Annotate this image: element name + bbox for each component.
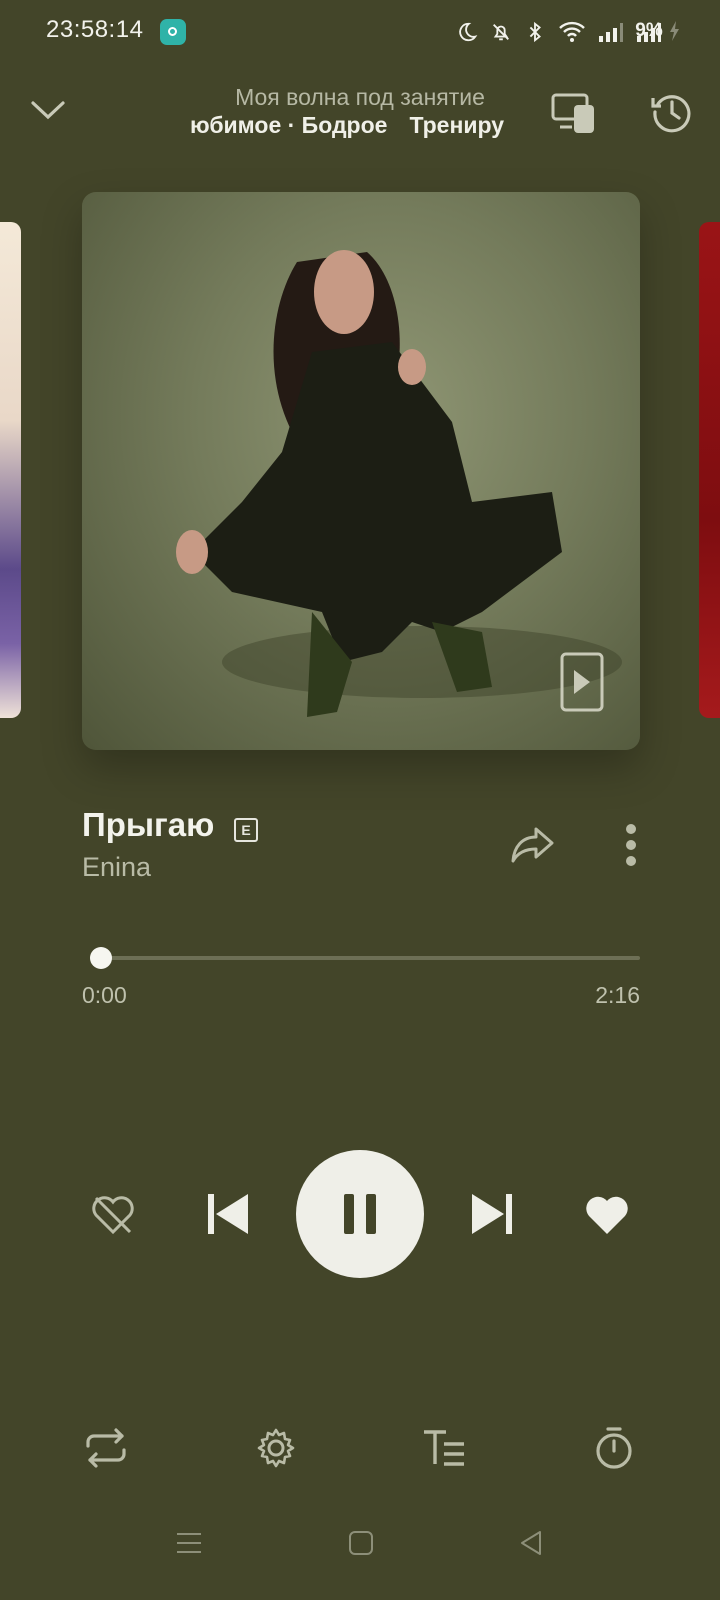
home-square-icon bbox=[349, 1531, 373, 1555]
chevron-down-icon bbox=[31, 101, 65, 120]
video-play-icon bbox=[560, 652, 604, 712]
wave-tag[interactable]: юбимое · Бодрое bbox=[190, 112, 387, 138]
repeat-icon bbox=[86, 1428, 126, 1468]
menu-icon bbox=[177, 1533, 201, 1553]
next-track-cover[interactable] bbox=[699, 222, 720, 718]
previous-track-cover[interactable] bbox=[0, 222, 21, 718]
total-duration: 2:16 bbox=[595, 982, 640, 1008]
bluetooth-icon bbox=[529, 21, 541, 43]
timer-icon bbox=[596, 1427, 632, 1469]
history-button[interactable] bbox=[648, 88, 696, 136]
devices-button[interactable] bbox=[548, 88, 600, 138]
artist-name[interactable]: Enina bbox=[82, 852, 151, 883]
devices-icon bbox=[551, 93, 594, 133]
progress-thumb[interactable] bbox=[90, 947, 112, 969]
app-notification-icon bbox=[160, 19, 186, 45]
current-time: 0:00 bbox=[82, 982, 127, 1008]
settings-button[interactable] bbox=[252, 1424, 300, 1472]
bell-off-icon bbox=[493, 24, 509, 41]
previous-button[interactable] bbox=[204, 1188, 252, 1240]
explicit-badge: E bbox=[234, 818, 258, 842]
status-time: 23:58:14 bbox=[46, 16, 144, 43]
wave-title[interactable]: Моя волна под занятие bbox=[160, 84, 560, 111]
wave-tags[interactable]: юбимое · Бодрое Трениру bbox=[190, 112, 528, 139]
battery-percent: 9% bbox=[635, 20, 663, 42]
share-button[interactable] bbox=[508, 820, 558, 870]
next-button[interactable] bbox=[468, 1188, 516, 1240]
previous-icon bbox=[208, 1194, 248, 1234]
lyrics-icon bbox=[424, 1430, 464, 1466]
pause-icon bbox=[344, 1194, 376, 1234]
more-button[interactable] bbox=[616, 820, 646, 870]
more-vertical-icon bbox=[626, 824, 636, 866]
nav-back-button[interactable] bbox=[516, 1528, 546, 1558]
album-cover[interactable] bbox=[82, 192, 640, 750]
like-button[interactable] bbox=[582, 1190, 632, 1240]
timer-button[interactable] bbox=[590, 1424, 638, 1472]
nav-recents-button[interactable] bbox=[174, 1528, 204, 1558]
repeat-button[interactable] bbox=[82, 1424, 130, 1472]
charging-icon bbox=[670, 21, 679, 41]
moon-icon bbox=[459, 22, 478, 42]
dislike-button[interactable] bbox=[88, 1190, 138, 1240]
track-title: Прыгаю bbox=[82, 806, 215, 843]
battery-level: 9% bbox=[635, 20, 680, 42]
share-icon bbox=[511, 827, 554, 863]
nav-home-button[interactable] bbox=[346, 1528, 376, 1558]
next-icon bbox=[472, 1194, 512, 1234]
settings-icon bbox=[257, 1428, 295, 1468]
dislike-icon bbox=[92, 1196, 134, 1235]
pause-button[interactable] bbox=[296, 1150, 424, 1278]
like-icon bbox=[586, 1196, 628, 1234]
video-clip-button[interactable] bbox=[560, 652, 604, 712]
status-icons bbox=[456, 18, 662, 46]
collapse-button[interactable] bbox=[28, 90, 68, 130]
lyrics-button[interactable] bbox=[420, 1424, 468, 1472]
artist-photo bbox=[176, 250, 622, 717]
progress-track[interactable] bbox=[90, 956, 640, 960]
back-triangle-icon bbox=[521, 1531, 541, 1555]
wifi-icon bbox=[559, 21, 585, 42]
wave-tag[interactable]: Трениру bbox=[409, 112, 504, 138]
signal-icon bbox=[599, 23, 623, 42]
history-icon bbox=[651, 95, 691, 133]
